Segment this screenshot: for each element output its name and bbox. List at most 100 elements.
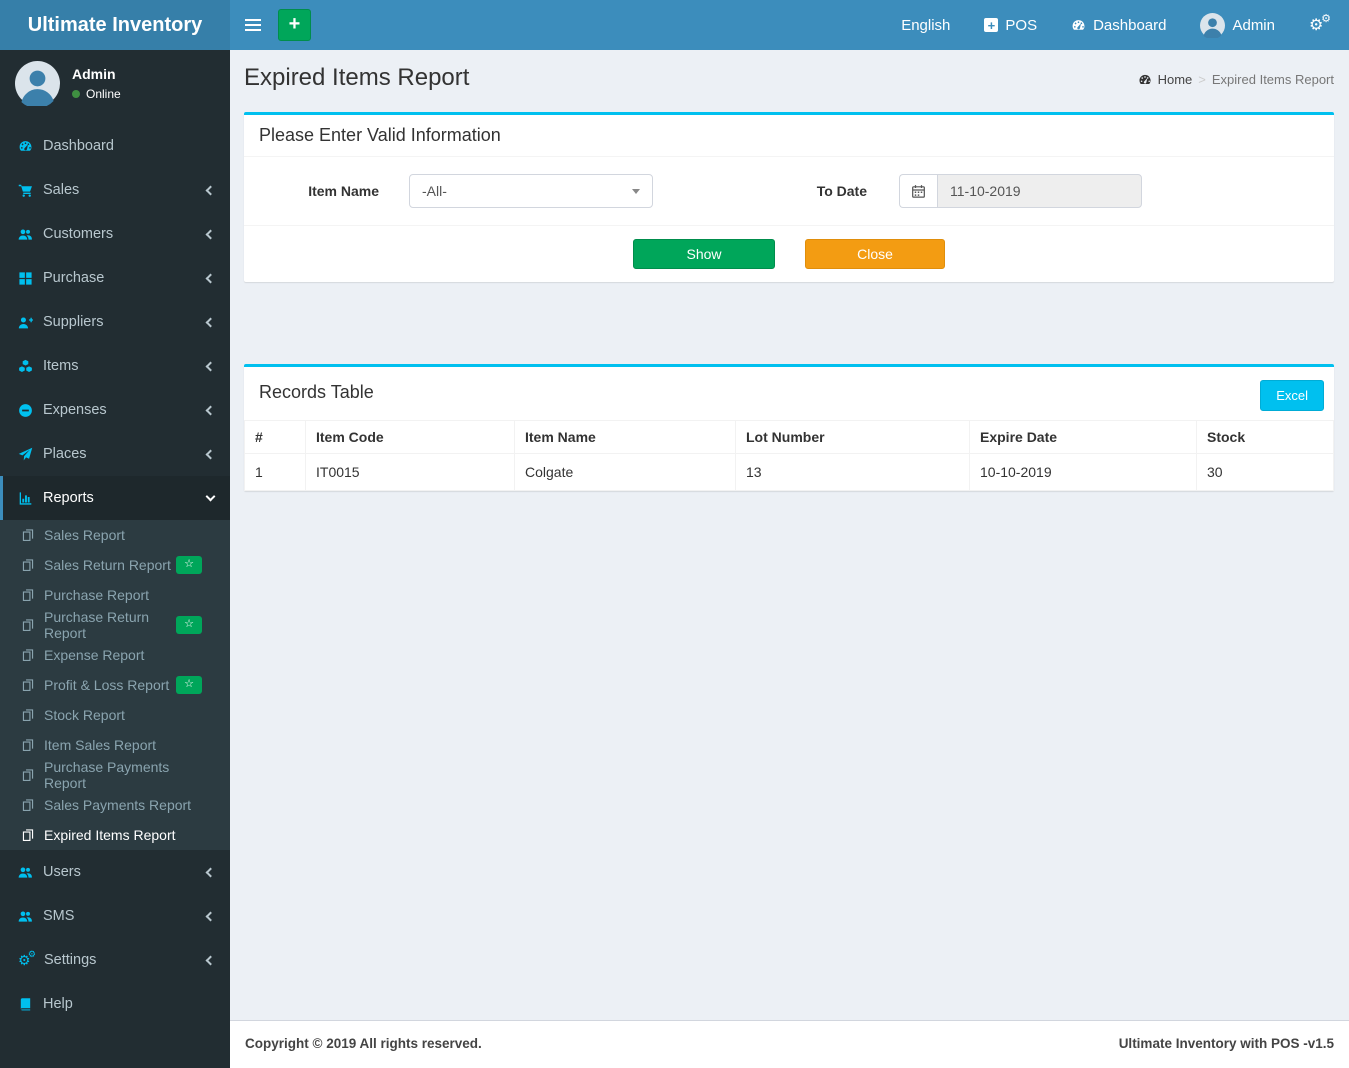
chevron-down-icon (205, 491, 216, 501)
sidebar-item-label: Help (43, 996, 73, 1012)
settings-menu-button[interactable] (1309, 15, 1331, 35)
table-header-row: # Item Code Item Name Lot Number Expire … (244, 420, 1334, 454)
submenu-item-label: Profit & Loss Report (44, 677, 170, 693)
submenu-item-purchase-payments-report[interactable]: Purchase Payments Report (0, 759, 230, 791)
app-window: Ultimate Inventory English POS Dashboard (0, 0, 1349, 1068)
chevron-left-icon (205, 317, 216, 327)
cell-expire-date: 10-10-2019 (969, 453, 1197, 491)
submenu-item-label: Expired Items Report (44, 827, 176, 843)
star-badge: ☆ (176, 616, 202, 634)
submenu-item-label: Sales Return Report (44, 557, 171, 573)
sidebar-item-suppliers[interactable]: Suppliers (0, 300, 230, 344)
chevron-left-icon (205, 955, 216, 965)
submenu-item-label: Expense Report (44, 647, 145, 663)
page-footer: Copyright © 2019 All rights reserved. Ul… (230, 1020, 1349, 1068)
item-name-select[interactable]: -All- (409, 174, 653, 208)
brand-logo[interactable]: Ultimate Inventory (0, 0, 230, 50)
top-navbar: Ultimate Inventory English POS Dashboard (0, 0, 1349, 50)
copy-icon (21, 768, 35, 782)
sidebar-user-panel: Admin Online (0, 50, 230, 116)
filter-panel: Please Enter Valid Information Item Name… (244, 112, 1334, 282)
sidebar-item-label: Users (43, 864, 81, 880)
status-label: Online (86, 86, 121, 101)
to-date-input[interactable] (937, 174, 1142, 208)
submenu-item-purchase-report[interactable]: Purchase Report (0, 580, 230, 610)
chevron-left-icon (205, 273, 216, 283)
user-menu[interactable]: Admin (1200, 13, 1275, 38)
reports-submenu: Sales Report Sales Return Report ☆ Purch… (0, 520, 230, 850)
sidebar-item-settings[interactable]: Settings (0, 938, 230, 982)
sidebar-toggle-button[interactable] (230, 0, 276, 50)
sidebar-item-places[interactable]: Places (0, 432, 230, 476)
language-label: English (901, 16, 951, 34)
submenu-item-label: Purchase Payments Report (44, 759, 170, 791)
copy-icon (21, 708, 35, 722)
sidebar-item-dashboard[interactable]: Dashboard (0, 124, 230, 168)
sidebar-item-customers[interactable]: Customers (0, 212, 230, 256)
sidebar-item-sales[interactable]: Sales (0, 168, 230, 212)
sidebar-item-label: SMS (43, 908, 75, 924)
pos-label: POS (1005, 16, 1038, 34)
sidebar-item-label: Items (43, 358, 79, 374)
item-name-selected-value: -All- (422, 183, 447, 199)
submenu-item-label: Stock Report (44, 707, 125, 723)
submenu-item-item-sales-report[interactable]: Item Sales Report (0, 730, 230, 760)
dashboard-label: Dashboard (1093, 16, 1167, 34)
sidebar-item-users[interactable]: Users (0, 850, 230, 894)
copy-icon (21, 588, 35, 602)
quick-add-button[interactable] (278, 9, 311, 41)
calendar-addon[interactable] (899, 174, 937, 208)
submenu-item-sales-report[interactable]: Sales Report (0, 520, 230, 550)
submenu-item-sales-payments-report[interactable]: Sales Payments Report (0, 790, 230, 820)
submenu-item-profit-loss-report[interactable]: Profit & Loss Report ☆ (0, 670, 230, 700)
sidebar-item-label: Expenses (43, 402, 107, 418)
cogs-icon (18, 953, 36, 968)
excel-export-button[interactable]: Excel (1260, 380, 1324, 411)
sidebar-item-items[interactable]: Items (0, 344, 230, 388)
item-name-label: Item Name (308, 183, 379, 199)
sidebar-menu: Dashboard Sales Customers Purchase Suppl… (0, 124, 230, 1026)
dashboard-link[interactable]: Dashboard (1071, 17, 1166, 34)
submenu-item-expired-items-report[interactable]: Expired Items Report (0, 820, 230, 850)
copy-icon (21, 528, 35, 542)
pos-link[interactable]: POS (984, 17, 1037, 34)
submenu-item-label: Item Sales Report (44, 737, 157, 753)
copyright-text: Copyright © 2019 All rights reserved. (245, 1036, 482, 1051)
records-title: Records Table (259, 382, 374, 402)
breadcrumb-separator: > (1198, 72, 1206, 87)
paper-plane-icon (18, 447, 33, 462)
submenu-item-expense-report[interactable]: Expense Report (0, 640, 230, 670)
users-icon (18, 865, 33, 880)
cell-item-name: Colgate (514, 453, 736, 491)
submenu-item-stock-report[interactable]: Stock Report (0, 700, 230, 730)
submenu-item-purchase-return-report[interactable]: Purchase Return Report ☆ (0, 609, 230, 641)
language-menu[interactable]: English (901, 17, 950, 34)
submenu-item-label: Sales Payments Report (44, 797, 192, 813)
breadcrumb-home[interactable]: Home (1158, 72, 1193, 87)
sidebar-item-label: Sales (43, 182, 80, 198)
close-button[interactable]: Close (805, 239, 945, 269)
copy-icon (21, 648, 35, 662)
chevron-left-icon (205, 361, 216, 371)
version-text: Ultimate Inventory with POS -v1.5 (1118, 1036, 1334, 1051)
navbar: English POS Dashboard Admin (230, 0, 1349, 50)
chevron-left-icon (205, 911, 216, 921)
submenu-item-sales-return-report[interactable]: Sales Return Report ☆ (0, 550, 230, 580)
sidebar-item-sms[interactable]: SMS (0, 894, 230, 938)
sidebar-item-purchase[interactable]: Purchase (0, 256, 230, 300)
to-date-label: To Date (816, 183, 867, 199)
book-icon (18, 997, 33, 1012)
users-icon (18, 227, 33, 242)
show-button[interactable]: Show (633, 239, 775, 269)
column-header-lot-number: Lot Number (735, 420, 970, 454)
sidebar-item-expenses[interactable]: Expenses (0, 388, 230, 432)
submenu-item-label: Purchase Report (44, 587, 150, 603)
records-panel: Records Table Excel # Item Code Item Nam… (244, 364, 1334, 491)
sidebar-item-help[interactable]: Help (0, 982, 230, 1026)
hamburger-icon (245, 19, 261, 31)
chevron-left-icon (205, 867, 216, 877)
sidebar-item-label: Settings (44, 952, 97, 968)
submenu-item-label: Sales Report (44, 527, 125, 543)
chevron-left-icon (205, 229, 216, 239)
sidebar-item-reports[interactable]: Reports (0, 476, 230, 520)
